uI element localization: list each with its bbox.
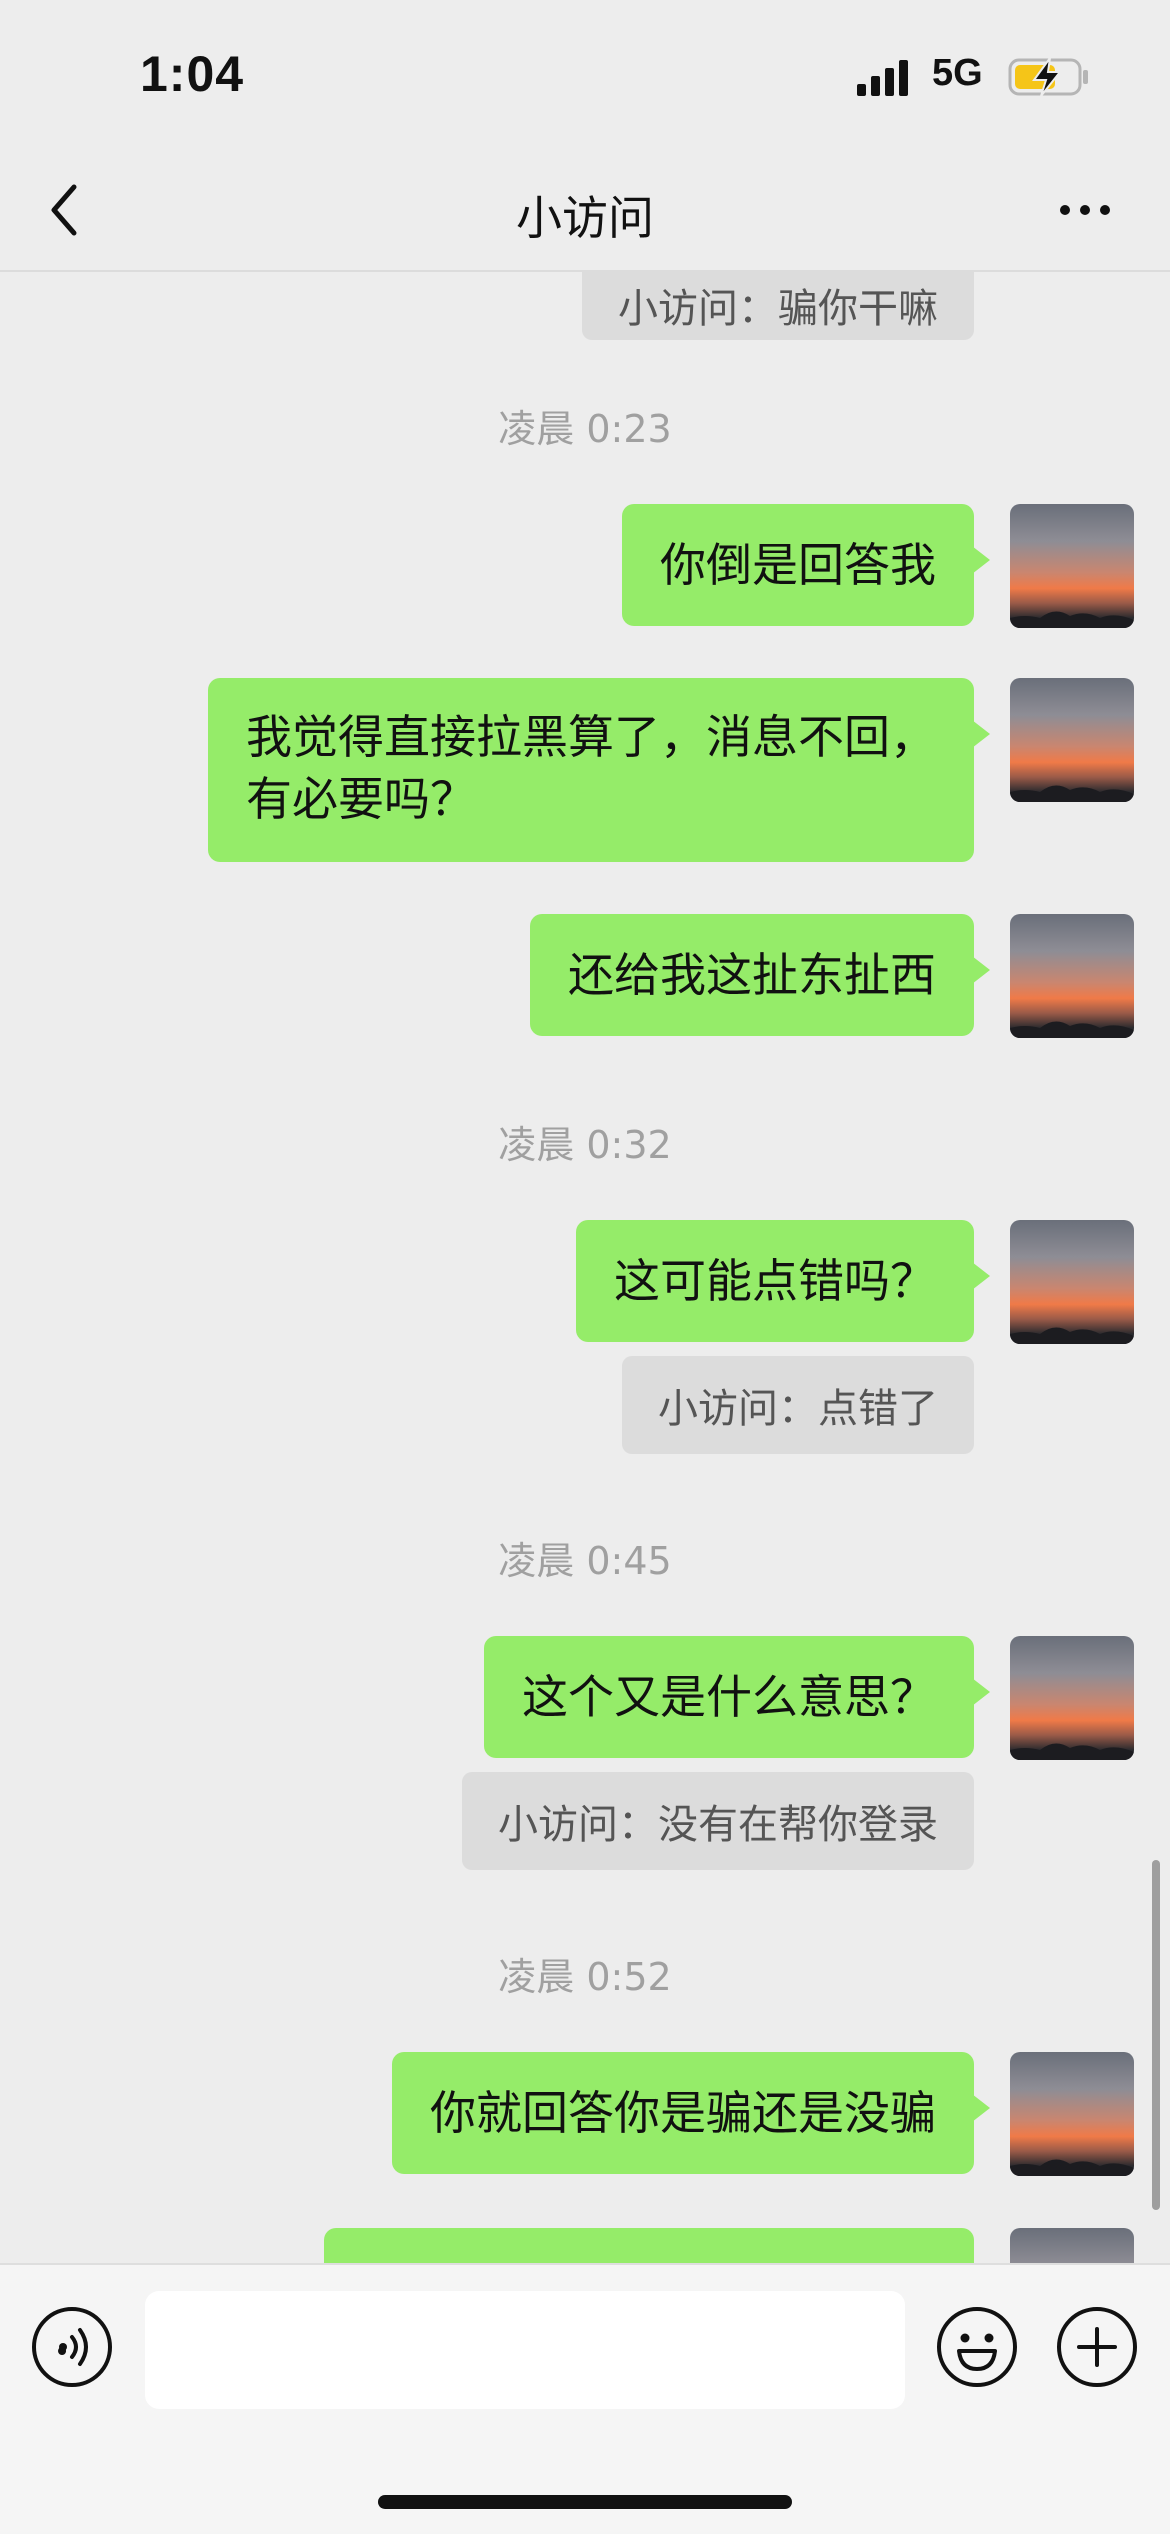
voice-input-icon[interactable] (30, 2305, 114, 2389)
status-time: 1:04 (140, 46, 245, 102)
message-bubble[interactable]: 还给我这扯东扯西 (530, 914, 990, 1036)
more-dots-icon[interactable] (1055, 190, 1115, 230)
message-bubble[interactable]: 你倒是回答我 (622, 504, 990, 626)
message-input[interactable] (145, 2291, 905, 2409)
message-bubble[interactable]: 这可能点错吗？ (576, 1220, 990, 1342)
avatar[interactable] (1010, 2228, 1134, 2263)
message-text: 我觉得直接拉黑算了，消息不回， (246, 710, 936, 764)
message-text: 有必要吗？ (246, 772, 476, 826)
quoted-text: 小访问：没有在帮你登录 (498, 1802, 938, 1848)
message-text: 你倒是回答我 (660, 538, 936, 592)
quoted-message[interactable]: 小访问：没有在帮你登录 (462, 1772, 974, 1870)
chat-header: 小访问 (0, 150, 1170, 272)
message-text: 还给我这扯东扯西 (568, 948, 936, 1002)
message-bubble[interactable]: 这个又是什么意思？ (484, 1636, 990, 1758)
battery-charging-icon (1008, 57, 1088, 97)
message-text: 这可能点错吗？ (614, 1254, 936, 1308)
quoted-text: 小访问：点错了 (658, 1386, 938, 1432)
cellular-signal-icon (857, 60, 908, 96)
network-type: 5G (932, 52, 983, 94)
quoted-message[interactable]: 小访问：点错了 (622, 1356, 974, 1454)
plus-icon[interactable] (1055, 2305, 1139, 2389)
avatar[interactable] (1010, 2052, 1134, 2176)
avatar[interactable] (1010, 1636, 1134, 1760)
avatar[interactable] (1010, 504, 1134, 628)
timestamp: 凌晨 0:52 (498, 1955, 672, 1999)
message-bubble[interactable]: 你就回答你是骗还是没骗 (392, 2052, 990, 2174)
avatar[interactable] (1010, 1220, 1134, 1344)
avatar[interactable] (1010, 914, 1134, 1038)
scrollbar[interactable] (1152, 1860, 1160, 2210)
emoji-icon[interactable] (935, 2305, 1019, 2389)
message-text: 你就回答你是骗还是没骗 (430, 2086, 936, 2140)
timestamp: 凌晨 0:45 (498, 1539, 672, 1583)
input-bar (0, 2263, 1170, 2534)
chat-title: 小访问 (516, 191, 654, 245)
quoted-message[interactable]: 小访问：骗你干嘛 (582, 270, 974, 340)
home-indicator[interactable] (378, 2495, 792, 2509)
message-bubble[interactable]: 我觉得直接拉黑算了，消息不回， 有必要吗？ (208, 678, 990, 862)
avatar[interactable] (1010, 678, 1134, 802)
message-bubble[interactable] (324, 2228, 974, 2263)
timestamp: 凌晨 0:23 (498, 407, 672, 451)
message-list[interactable]: 小访问：骗你干嘛 凌晨 0:23 你倒是回答我 我觉得直接拉黑算了，消息不回， … (0, 270, 1170, 2263)
timestamp: 凌晨 0:32 (498, 1123, 672, 1167)
message-text: 这个又是什么意思？ (522, 1670, 936, 1724)
quoted-text: 小访问：骗你干嘛 (618, 286, 938, 332)
status-bar: 1:04 5G (0, 0, 1170, 150)
